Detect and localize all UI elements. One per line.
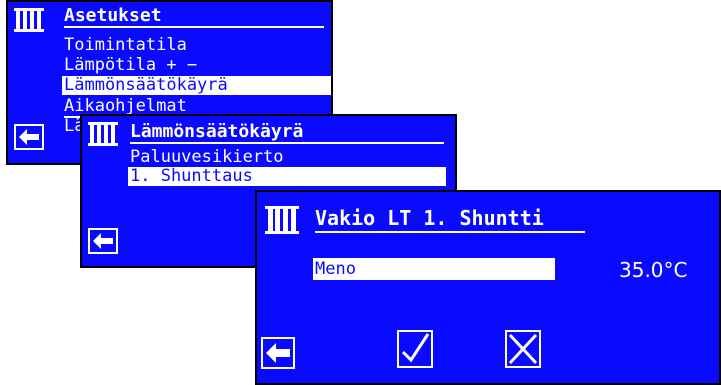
title-underline [130,142,444,144]
title-underline [315,231,585,233]
menu-item-lampotila[interactable]: Lämpötila + − [64,57,197,74]
back-arrow-icon [19,129,39,145]
radiator-icon [265,206,299,234]
back-button[interactable] [14,124,44,150]
menu-item-lammonsaatokayra[interactable]: Lämmönsäätökäyrä [62,76,331,95]
shunt-screen: Vakio LT 1. Shuntti Meno 35.0°C [255,190,721,385]
page-title: Asetukset [64,5,162,26]
field-label-meno[interactable]: Meno [313,258,555,280]
menu-item-shunttaus[interactable]: 1. Shunttaus [128,167,446,186]
radiator-icon [14,8,44,32]
menu-item-paluuvesikierto[interactable]: Paluuvesikierto [130,149,284,166]
menu-item-toimintatila[interactable]: Toimintatila [64,37,187,54]
page-title: Vakio LT 1. Shuntti [315,206,544,230]
back-arrow-icon [266,343,290,363]
title-underline [64,26,324,28]
page-title: Lämmönsäätökäyrä [130,121,304,142]
radiator-icon [88,122,118,146]
cancel-x-icon [508,333,538,365]
back-button[interactable] [261,337,295,369]
menu-item-aikaohjelmat[interactable]: Aikaohjelmat [64,98,187,115]
field-value: 35.0°C [619,258,688,282]
back-arrow-icon [93,233,113,249]
confirm-check-icon [401,333,430,363]
confirm-button[interactable] [397,330,433,368]
cancel-button[interactable] [505,330,541,368]
back-button[interactable] [88,228,118,254]
